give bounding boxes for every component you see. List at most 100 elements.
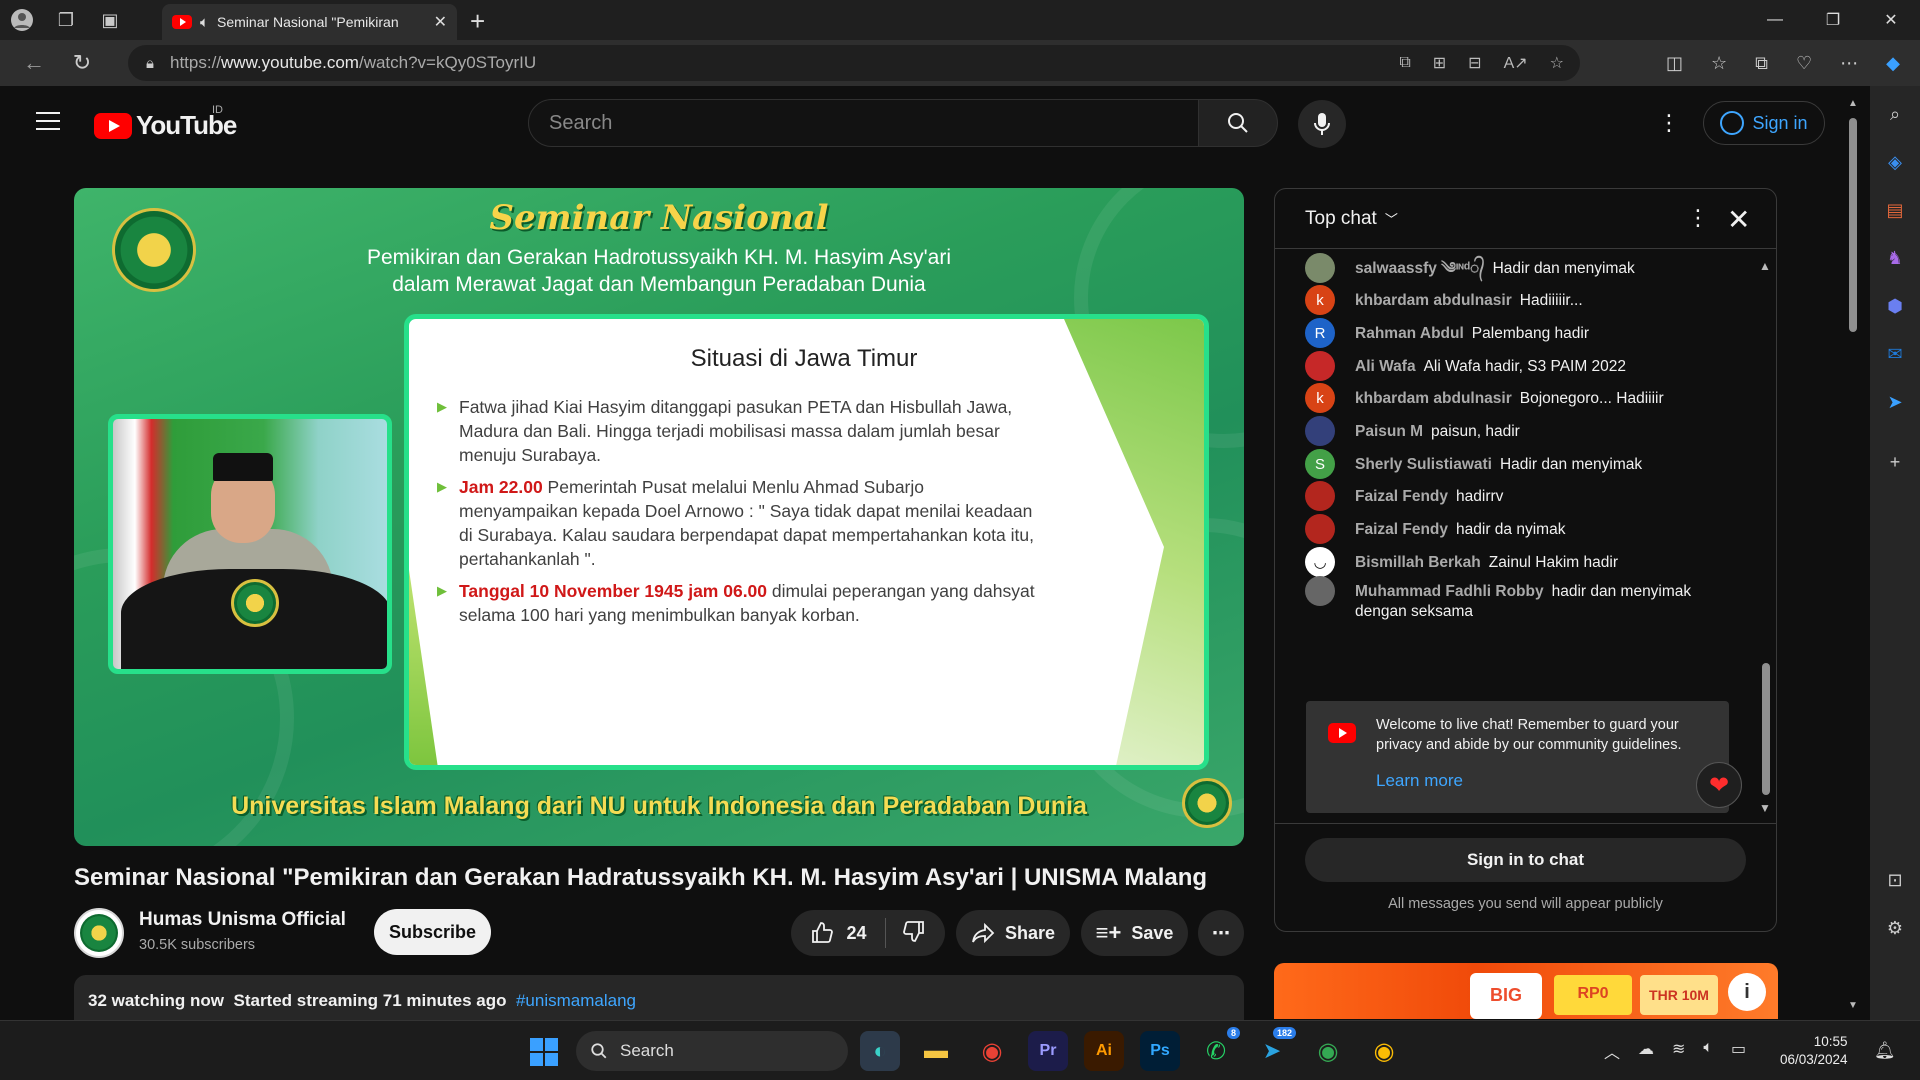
chat-avatar[interactable]: R [1305,318,1335,348]
settings-gear-icon[interactable]: ⚙ [1881,914,1909,942]
battery-icon[interactable]: ▭ [1731,1039,1746,1063]
hamburger-menu-icon[interactable] [36,112,60,136]
split-screen-icon[interactable]: ◫ [1666,53,1683,74]
outlook-icon[interactable]: ✉ [1881,340,1909,368]
add-sidebar-icon[interactable]: + [1881,448,1909,476]
shopping-tag-icon[interactable]: ◈ [1881,148,1909,176]
chat-scroll-thumb[interactable] [1762,663,1770,795]
app-available-icon[interactable]: ⧉ [1399,54,1410,72]
screenshot-icon[interactable]: ⊡ [1881,866,1909,894]
settings-kebab-icon[interactable]: ⋮ [1658,112,1680,134]
chat-author[interactable]: salwaassfy ༄ᶦᶰᵈ᭄ [1355,260,1485,277]
chat-author[interactable]: Muhammad Fadhli Robby [1355,583,1544,600]
scroll-down-icon[interactable]: ▼ [1848,1000,1858,1011]
subscribe-button[interactable]: Subscribe [374,909,491,955]
more-menu-icon[interactable]: ⋯ [1840,53,1858,74]
hashtag-link[interactable]: #unismamalang [516,991,636,1010]
chat-avatar[interactable]: S [1305,449,1335,479]
chat-author[interactable]: Faizal Fendy [1355,521,1448,538]
close-tab-icon[interactable]: ✕ [434,12,447,32]
like-button[interactable]: 24 [810,918,886,948]
save-button[interactable]: ≡+ Save [1081,910,1188,956]
favorite-star-icon[interactable]: ☆ [1550,53,1564,73]
chrome-profile-icon[interactable]: ◉ [1364,1031,1404,1071]
close-chat-icon[interactable]: ✕ [1727,203,1750,236]
learn-more-link[interactable]: Learn more [1376,771,1463,791]
chat-scroll-up-icon[interactable]: ▲ [1759,259,1771,273]
chevron-up-icon[interactable]: ︿ [1604,1039,1620,1063]
edge-app-icon[interactable]: ◐ [860,1031,900,1071]
chat-author[interactable]: khbardam abdulnasir [1355,390,1512,407]
collections-icon[interactable]: ⧉ [1755,53,1768,74]
photoshop-icon[interactable]: Ps [1140,1031,1180,1071]
scroll-up-icon[interactable]: ▲ [1848,98,1858,109]
ad-banner[interactable]: BIG RP0 THR 10M i [1274,963,1778,1019]
chat-avatar[interactable] [1305,416,1335,446]
onedrive-icon[interactable]: ☁ [1638,1039,1654,1063]
taskbar-search[interactable]: Search [576,1031,848,1071]
apps-icon[interactable]: ⊞ [1433,53,1446,73]
chat-avatar[interactable] [1305,481,1335,511]
voice-search-button[interactable] [1298,100,1346,148]
chat-avatar[interactable]: k [1305,383,1335,413]
copilot-sidebar-icon[interactable]: ⬢ [1881,292,1909,320]
chat-author[interactable]: Faizal Fendy [1355,488,1448,505]
favorites-icon[interactable]: ☆ [1711,53,1727,74]
search-input[interactable] [549,111,1198,135]
ad-info-icon[interactable]: i [1728,973,1766,1011]
sign-in-to-chat-button[interactable]: Sign in to chat [1305,838,1746,882]
sidebar-search-icon[interactable]: ⌕ [1881,100,1909,128]
browser-tab-active[interactable]: 🔈︎ Seminar Nasional "Pemikiran ✕ [162,4,457,40]
video-player[interactable]: Seminar Nasional Pemikiran dan Gerakan H… [74,188,1244,846]
minimize-icon[interactable]: — [1746,0,1804,40]
page-scrollbar[interactable]: ▲ ▼ [1846,96,1860,1016]
search-button[interactable] [1198,99,1278,147]
sign-in-button[interactable]: Sign in [1703,101,1825,145]
back-arrow-icon[interactable]: ← [10,40,58,86]
profile-icon[interactable] [0,0,44,40]
share-button[interactable]: Share [956,910,1070,956]
copilot-icon[interactable]: ◆ [1886,53,1900,74]
chat-mode-dropdown[interactable]: Top chat ﹀ [1305,208,1398,230]
chat-avatar[interactable]: k [1305,285,1335,315]
more-actions-button[interactable]: ⋯ [1198,910,1244,956]
file-explorer-icon[interactable]: ▬ [916,1031,956,1071]
chat-author[interactable]: Paisun M [1355,423,1423,440]
dislike-button[interactable] [896,919,926,948]
chat-avatar[interactable]: ◡ [1305,547,1335,577]
chrome-icon[interactable]: ◉ [972,1031,1012,1071]
telegram-icon[interactable]: ➤ 182 [1252,1027,1296,1071]
vertical-tabs-icon[interactable]: ▣ [88,0,132,40]
speaker-icon[interactable]: 🔈︎ [200,14,209,31]
youtube-logo[interactable]: YouTube ID [94,104,237,141]
chat-avatar[interactable] [1305,351,1335,381]
chat-scroll-down-icon[interactable]: ▼ [1759,801,1771,815]
new-tab-button[interactable]: + [470,6,485,37]
wifi-icon[interactable]: ≋ [1672,1039,1685,1063]
url-field[interactable]: 🔒︎ https://www.youtube.com/watch?v=kQy0S… [128,45,1580,81]
chat-options-kebab-icon[interactable]: ⋮ [1687,207,1709,229]
url-text[interactable]: https://www.youtube.com/watch?v=kQy0SToy… [170,53,536,73]
chat-avatar[interactable] [1305,514,1335,544]
send-icon[interactable]: ➤ [1881,388,1909,416]
page-scroll-thumb[interactable] [1849,118,1857,332]
performance-icon[interactable]: ♡ [1796,53,1812,74]
windows-start-icon[interactable] [530,1038,558,1066]
illustrator-icon[interactable]: Ai [1084,1031,1124,1071]
lock-icon[interactable]: 🔒︎ [146,55,154,72]
restore-icon[interactable]: ❐ [1804,0,1862,40]
chat-author[interactable]: Rahman Abdul [1355,325,1464,342]
chat-avatar[interactable] [1305,253,1335,283]
whatsapp-icon[interactable]: ✆ 8 [1196,1027,1240,1071]
chat-author[interactable]: Ali Wafa [1355,358,1416,375]
chat-author[interactable]: Bismillah Berkah [1355,554,1481,571]
channel-name[interactable]: Humas Unisma Official [139,909,346,931]
chat-avatar[interactable] [1305,576,1335,606]
workspaces-icon[interactable]: ❐ [44,0,88,40]
extensions-icon[interactable]: ⊟ [1468,53,1481,73]
tools-icon[interactable]: ▤ [1881,196,1909,224]
games-icon[interactable]: ♞ [1881,244,1909,272]
chat-author[interactable]: khbardam abdulnasir [1355,292,1512,309]
chat-author[interactable]: Sherly Sulistiawati [1355,456,1492,473]
volume-icon[interactable]: 🔈︎ [1703,1039,1713,1063]
